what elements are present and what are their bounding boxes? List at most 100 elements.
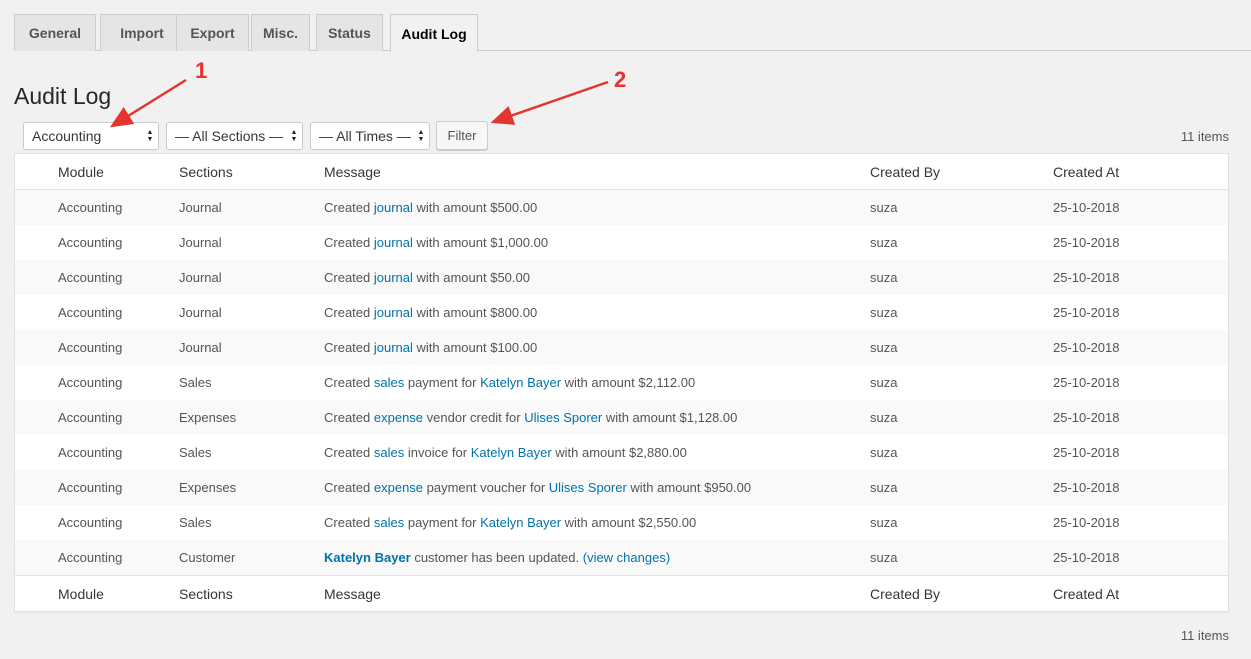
cell-created-at: 25-10-2018	[1053, 235, 1120, 250]
cell-module: Accounting	[58, 515, 123, 530]
message-link[interactable]: (view changes)	[583, 550, 670, 565]
cell-created-by: suza	[870, 410, 898, 425]
message-text: Created	[324, 515, 374, 530]
tab-audit-log[interactable]: Audit Log	[390, 14, 478, 52]
cell-module: Accounting	[58, 445, 123, 460]
cell-message: Created sales payment for Katelyn Bayer …	[324, 505, 696, 540]
table-body: Accounting Journal Created journal with am…	[15, 190, 1228, 575]
annotation-label-2: 2	[614, 67, 627, 92]
cell-section: Expenses	[179, 480, 237, 495]
message-link[interactable]: Katelyn Bayer	[480, 375, 561, 390]
cell-created-by: suza	[870, 340, 898, 355]
cell-module: Accounting	[58, 270, 123, 285]
cell-created-at: 25-10-2018	[1053, 305, 1120, 320]
message-text: Created	[324, 375, 374, 390]
select-arrows-icon: ▲ ▼	[417, 129, 425, 143]
times-select[interactable]: — All Times — ▲ ▼	[310, 122, 430, 150]
message-link[interactable]: sales	[374, 515, 404, 530]
cell-message: Created expense payment voucher for Ulis…	[324, 470, 751, 505]
cell-section: Sales	[179, 515, 212, 530]
cell-module: Accounting	[58, 480, 123, 495]
cell-message: Created journal with amount $50.00	[324, 260, 530, 295]
cell-created-by: suza	[870, 375, 898, 390]
items-count-bottom: 11 items	[1180, 628, 1229, 643]
table-row: Accounting Sales Created sales invoice for…	[15, 435, 1228, 470]
cell-module: Accounting	[58, 410, 123, 425]
cell-section: Customer	[179, 550, 236, 565]
message-text: with amount $2,112.00	[561, 375, 696, 390]
column-header-created-at: Created At	[1053, 163, 1120, 180]
message-link[interactable]: journal	[374, 305, 413, 320]
message-text: Created	[324, 235, 374, 250]
message-text: Created	[324, 340, 374, 355]
cell-created-by: suza	[870, 480, 898, 495]
message-text: with amount $500.00	[412, 200, 538, 215]
tab-general[interactable]: General	[14, 14, 96, 51]
message-link[interactable]: journal	[374, 200, 413, 215]
message-link[interactable]: Ulises Sporer	[549, 480, 627, 495]
cell-module: Accounting	[58, 550, 123, 565]
cell-created-at: 25-10-2018	[1053, 515, 1120, 530]
cell-created-at: 25-10-2018	[1053, 340, 1120, 355]
message-link[interactable]: journal	[374, 235, 413, 250]
message-text: vendor credit for	[423, 410, 525, 425]
column-footer-module: Module	[58, 585, 104, 602]
sections-select-value: — All Sections —	[175, 128, 284, 144]
table-row: Accounting Journal Created journal with am…	[15, 260, 1228, 295]
message-link[interactable]: journal	[374, 270, 413, 285]
column-footer-sections: Sections	[179, 585, 233, 602]
table-row: Accounting Journal Created journal with am…	[15, 225, 1228, 260]
column-footer-created-at: Created At	[1053, 585, 1120, 602]
cell-created-at: 25-10-2018	[1053, 375, 1120, 390]
message-link[interactable]: Katelyn Bayer	[324, 550, 411, 565]
cell-message: Created sales invoice for Katelyn Bayer …	[324, 435, 687, 470]
cell-message: Created journal with amount $800.00	[324, 295, 537, 330]
tab-import[interactable]: Import	[100, 14, 184, 51]
tab-bar: General Import Export Misc. Status Audit…	[14, 14, 1251, 52]
column-header-message: Message	[324, 163, 381, 180]
cell-created-at: 25-10-2018	[1053, 410, 1120, 425]
message-text: invoice for	[404, 445, 471, 460]
tab-misc[interactable]: Misc.	[251, 14, 310, 51]
message-text: customer has been updated.	[410, 550, 583, 565]
annotation-label-1: 1	[195, 58, 208, 83]
cell-message: Created sales payment for Katelyn Bayer …	[324, 365, 695, 400]
table-row: Accounting Expenses Created expense vendor…	[15, 400, 1228, 435]
cell-message: Created expense vendor credit for Ulises…	[324, 400, 737, 435]
filter-button[interactable]: Filter	[436, 121, 488, 150]
tab-status[interactable]: Status	[316, 14, 383, 51]
message-link[interactable]: expense	[374, 480, 423, 495]
table-row: Accounting Sales Created sales payment for…	[15, 505, 1228, 540]
page-title: Audit Log	[14, 83, 112, 109]
items-count-top: 11 items	[1180, 129, 1229, 144]
message-link[interactable]: Katelyn Bayer	[471, 445, 552, 460]
message-text: with amount $2,550.00	[561, 515, 697, 530]
table-row: Accounting Journal Created journal with am…	[15, 330, 1228, 365]
tab-export[interactable]: Export	[176, 14, 249, 51]
message-text: with amount $100.00	[412, 340, 538, 355]
cell-module: Accounting	[58, 200, 123, 215]
sections-select[interactable]: — All Sections — ▲ ▼	[166, 122, 303, 150]
cell-module: Accounting	[58, 305, 123, 320]
column-header-created-by: Created By	[870, 163, 941, 180]
column-footer-message: Message	[324, 585, 381, 602]
cell-module: Accounting	[58, 340, 123, 355]
message-text: Created	[324, 445, 374, 460]
message-link[interactable]: journal	[374, 340, 413, 355]
module-select[interactable]: Accounting ▲ ▼	[23, 122, 159, 150]
message-link[interactable]: sales	[374, 445, 404, 460]
cell-created-by: suza	[870, 445, 898, 460]
cell-created-at: 25-10-2018	[1053, 445, 1120, 460]
cell-message: Created journal with amount $100.00	[324, 330, 537, 365]
cell-section: Journal	[179, 235, 222, 250]
message-link[interactable]: Ulises Sporer	[524, 410, 602, 425]
message-link[interactable]: sales	[374, 375, 404, 390]
message-text: with amount $1,000.00	[412, 235, 549, 250]
message-link[interactable]: expense	[374, 410, 423, 425]
annotation-arrow-1	[109, 78, 187, 128]
select-arrows-icon: ▲ ▼	[290, 129, 298, 143]
cell-created-at: 25-10-2018	[1053, 550, 1120, 565]
message-link[interactable]: Katelyn Bayer	[480, 515, 561, 530]
cell-section: Expenses	[179, 410, 237, 425]
cell-section: Journal	[179, 200, 222, 215]
